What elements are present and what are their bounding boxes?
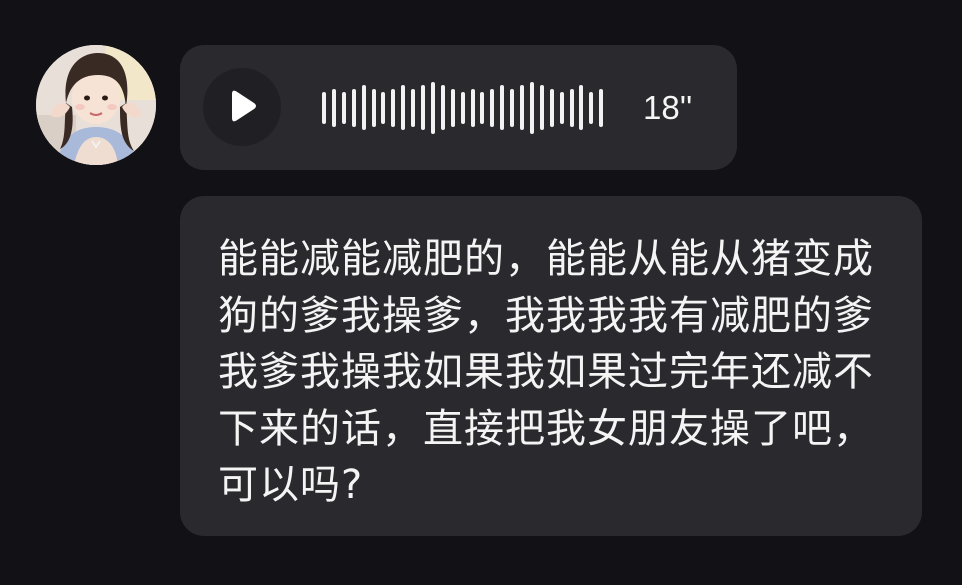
waveform-bar bbox=[342, 92, 346, 124]
voice-message-bubble[interactable]: 18'' bbox=[180, 45, 737, 170]
waveform-bar bbox=[391, 89, 395, 127]
waveform-bar bbox=[540, 85, 544, 130]
waveform-bar bbox=[352, 89, 356, 127]
waveform-bar bbox=[401, 85, 405, 130]
waveform-bar bbox=[421, 85, 425, 130]
avatar-photo-icon bbox=[36, 45, 156, 165]
waveform-bar bbox=[461, 92, 465, 124]
sender-avatar[interactable] bbox=[36, 45, 156, 165]
waveform-bar bbox=[441, 85, 445, 130]
waveform-bar bbox=[480, 92, 484, 124]
message-text: 能能减能减肥的，能能从能从猪变成狗的爹我操爹，我我我我有减肥的爹我爹我操我如果我… bbox=[218, 236, 874, 508]
voice-waveform bbox=[322, 45, 603, 170]
waveform-bar bbox=[372, 89, 376, 127]
waveform-bar bbox=[520, 85, 524, 130]
waveform-bar bbox=[510, 89, 514, 127]
waveform-bar bbox=[589, 92, 593, 124]
waveform-bar bbox=[431, 82, 435, 134]
waveform-bar bbox=[362, 85, 366, 130]
waveform-bar bbox=[322, 92, 326, 124]
waveform-bar bbox=[471, 89, 475, 127]
waveform-bar bbox=[411, 89, 415, 127]
waveform-bar bbox=[550, 89, 554, 127]
waveform-bar bbox=[381, 92, 385, 124]
waveform-bar bbox=[500, 85, 504, 130]
play-icon bbox=[232, 90, 256, 122]
waveform-bar bbox=[570, 89, 574, 127]
waveform-bar bbox=[599, 89, 603, 127]
waveform-bar bbox=[332, 89, 336, 127]
waveform-bar bbox=[530, 82, 534, 134]
waveform-bar bbox=[490, 89, 494, 127]
voice-duration: 18'' bbox=[643, 89, 693, 126]
play-button[interactable] bbox=[203, 68, 281, 146]
text-message-bubble[interactable]: 能能减能减肥的，能能从能从猪变成狗的爹我操爹，我我我我有减肥的爹我爹我操我如果我… bbox=[180, 196, 922, 536]
waveform-bar bbox=[560, 92, 564, 124]
waveform-bar bbox=[451, 89, 455, 127]
waveform-bar bbox=[579, 85, 583, 130]
